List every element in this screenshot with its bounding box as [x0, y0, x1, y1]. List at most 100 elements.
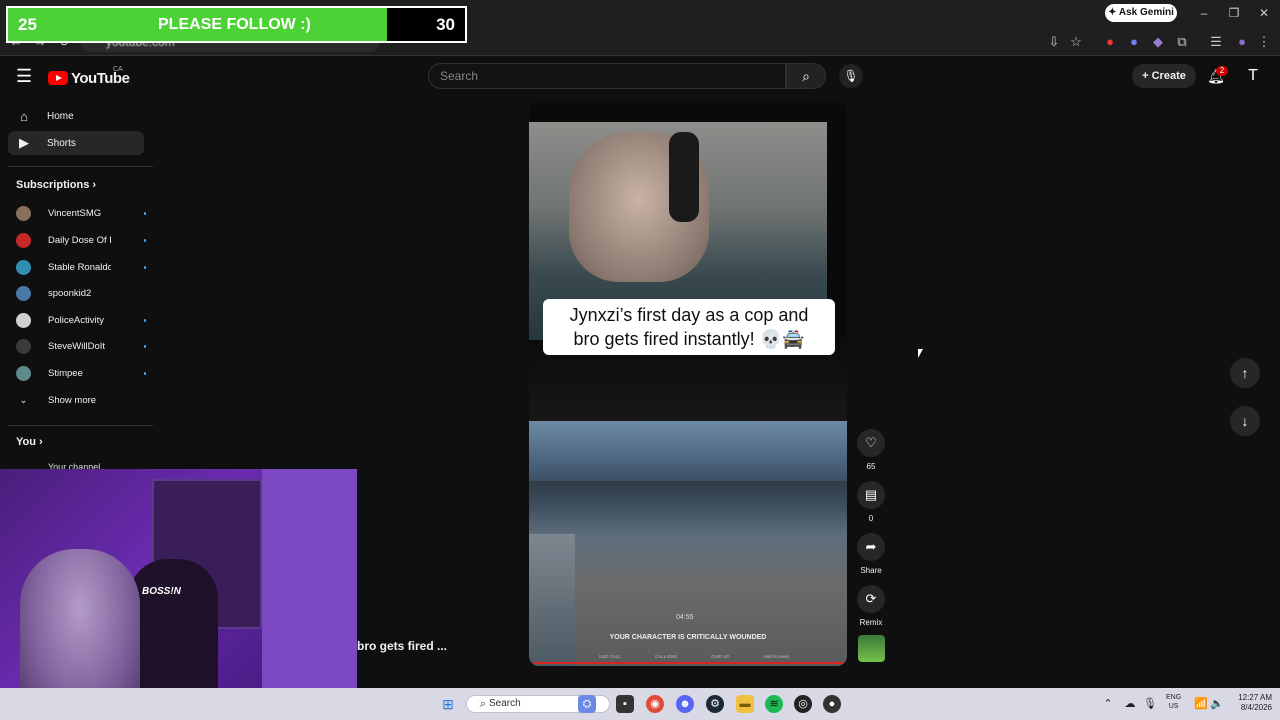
video-caption: Jynxzi’s first day as a cop and bro gets…: [543, 299, 835, 355]
new-content-dot: [143, 344, 146, 348]
channel-avatar: [16, 232, 31, 248]
subscription-item[interactable]: PoliceActivity: [16, 310, 146, 330]
create-button[interactable]: + Create: [1132, 64, 1196, 88]
subscriptions-heading[interactable]: Subscriptions ›: [16, 179, 96, 191]
taskbar-clock[interactable]: 12:27 AM 8/4/2026: [1228, 693, 1272, 713]
you-heading[interactable]: You ›: [16, 436, 43, 448]
new-content-dot: [143, 371, 146, 375]
input-language[interactable]: ENG US: [1166, 693, 1181, 711]
subscription-item[interactable]: Daily Dose Of Int...: [16, 230, 146, 250]
app-icon[interactable]: ●: [823, 695, 841, 713]
screen: { "browser": { "url": "youtube.com", "ge…: [0, 0, 1280, 720]
subscription-item[interactable]: spoonkid2: [16, 283, 146, 303]
new-content-dot: [143, 318, 146, 322]
hamburger-menu-icon[interactable]: ☰: [16, 66, 34, 86]
puzzle-icon[interactable]: ⧉: [1172, 32, 1192, 52]
ask-gemini-button[interactable]: ✦ Ask Gemini: [1105, 4, 1177, 22]
follow-current-count: 25: [18, 15, 37, 34]
comments-button[interactable]: ▤: [857, 481, 885, 509]
menu-dots-icon[interactable]: ⋮: [1254, 32, 1274, 52]
remix-label: Remix: [859, 618, 883, 627]
home-icon: ⌂: [20, 108, 28, 124]
shorts-icon: ▶: [19, 135, 29, 150]
share-button[interactable]: ➦: [857, 533, 885, 561]
sidepanel-icon[interactable]: ☰: [1206, 32, 1226, 52]
chevron-down-icon: ⌄: [19, 394, 28, 406]
subscription-item[interactable]: SteveWillDoIt: [16, 336, 146, 356]
streamer-webcam: BOSS!N: [0, 469, 357, 720]
like-button[interactable]: ♡: [857, 429, 885, 457]
microphone-icon[interactable]: 🎙: [1141, 695, 1159, 713]
chevron-right-icon: ›: [92, 179, 97, 191]
gemini-icon: ✦: [1108, 7, 1119, 18]
search-icon: ⌕: [802, 68, 810, 84]
remix-button[interactable]: ⟳: [857, 585, 885, 613]
hud-timer: 04:55: [676, 614, 694, 621]
video-inset-facecam: [529, 534, 575, 666]
hud-options: USE CALL CALL EMS GIVE UP Hold to reset: [599, 654, 789, 659]
install-icon[interactable]: ⇩: [1044, 32, 1064, 52]
arrow-down-icon: ↓: [1241, 413, 1249, 429]
account-avatar[interactable]: T: [1243, 66, 1263, 86]
plus-icon: +: [1142, 70, 1152, 82]
channel-avatar: [16, 312, 31, 328]
steam-icon[interactable]: ⚙: [706, 695, 724, 713]
sound-avatar[interactable]: [858, 635, 885, 662]
widget-icon[interactable]: ⛭: [578, 695, 596, 713]
new-content-dot: [143, 265, 146, 269]
webcam-door: [262, 469, 357, 720]
discord-icon[interactable]: ☻: [676, 695, 694, 713]
windows-start-icon[interactable]: ⊞: [439, 695, 457, 713]
new-content-dot: [143, 238, 146, 242]
channel-avatar: [16, 285, 31, 301]
notification-badge: 2: [1216, 66, 1228, 76]
close-icon[interactable]: ✕: [1254, 5, 1274, 21]
search-button[interactable]: ⌕: [786, 63, 826, 89]
subscription-item[interactable]: Stable Ronaldo L...: [16, 257, 146, 277]
remix-icon: ⟳: [865, 591, 877, 606]
mouse-cursor-icon: [918, 349, 923, 358]
bookmark-star-icon[interactable]: ☆: [1066, 32, 1086, 52]
follow-goal-count: 30: [436, 15, 455, 34]
chrome-icon[interactable]: ◉: [646, 695, 664, 713]
file-explorer-icon[interactable]: ▪: [616, 695, 634, 713]
share-icon: ➦: [865, 539, 877, 554]
show-more-button[interactable]: ⌄ Show more: [16, 390, 146, 410]
minimize-icon[interactable]: –: [1194, 5, 1214, 21]
short-title[interactable]: bro gets fired ...: [357, 639, 447, 653]
channel-avatar: [16, 205, 31, 221]
like-count: 65: [866, 462, 876, 471]
restore-icon[interactable]: ❐: [1224, 5, 1244, 21]
extension-icon[interactable]: ◆: [1148, 32, 1168, 52]
previous-short-button[interactable]: ↑: [1230, 358, 1260, 388]
channel-avatar: [16, 365, 31, 381]
obs-icon[interactable]: ◎: [794, 695, 812, 713]
extension-icon[interactable]: ●: [1124, 32, 1144, 52]
subscription-item[interactable]: Stimpee: [16, 363, 146, 383]
spotify-icon[interactable]: ≋: [765, 695, 783, 713]
chair-logo-text: BOSS!N: [142, 586, 181, 597]
sidebar-item-shorts[interactable]: ▶ Shorts: [8, 131, 144, 155]
folder-icon[interactable]: ▬: [736, 695, 754, 713]
next-short-button[interactable]: ↓: [1230, 406, 1260, 436]
heart-icon: ♡: [865, 435, 877, 450]
subscription-item[interactable]: VincentSMG: [16, 203, 146, 223]
channel-avatar: [16, 338, 31, 354]
sidebar-item-home[interactable]: ⌂ Home: [8, 104, 144, 128]
volume-icon[interactable]: 🔈: [1208, 695, 1226, 713]
search-input[interactable]: Search: [428, 63, 786, 89]
search-icon: ⌕: [479, 698, 487, 710]
youtube-play-icon: [48, 71, 68, 85]
extension-icon[interactable]: ●: [1100, 32, 1120, 52]
arrow-up-icon: ↑: [1241, 365, 1249, 381]
cloud-icon[interactable]: ☁: [1121, 695, 1139, 713]
video-progress-bar[interactable]: [533, 662, 843, 664]
voice-search-button[interactable]: 🎙: [839, 64, 863, 88]
comment-icon: ▤: [864, 487, 878, 502]
short-video-player[interactable]: Jynxzi’s first day as a cop and bro gets…: [529, 101, 847, 666]
profile-icon[interactable]: ●: [1232, 32, 1252, 52]
video-headphones: [669, 132, 699, 222]
windows-taskbar: [0, 688, 1280, 720]
chevron-up-icon[interactable]: ⌃: [1099, 695, 1117, 713]
new-content-dot: [143, 211, 146, 215]
